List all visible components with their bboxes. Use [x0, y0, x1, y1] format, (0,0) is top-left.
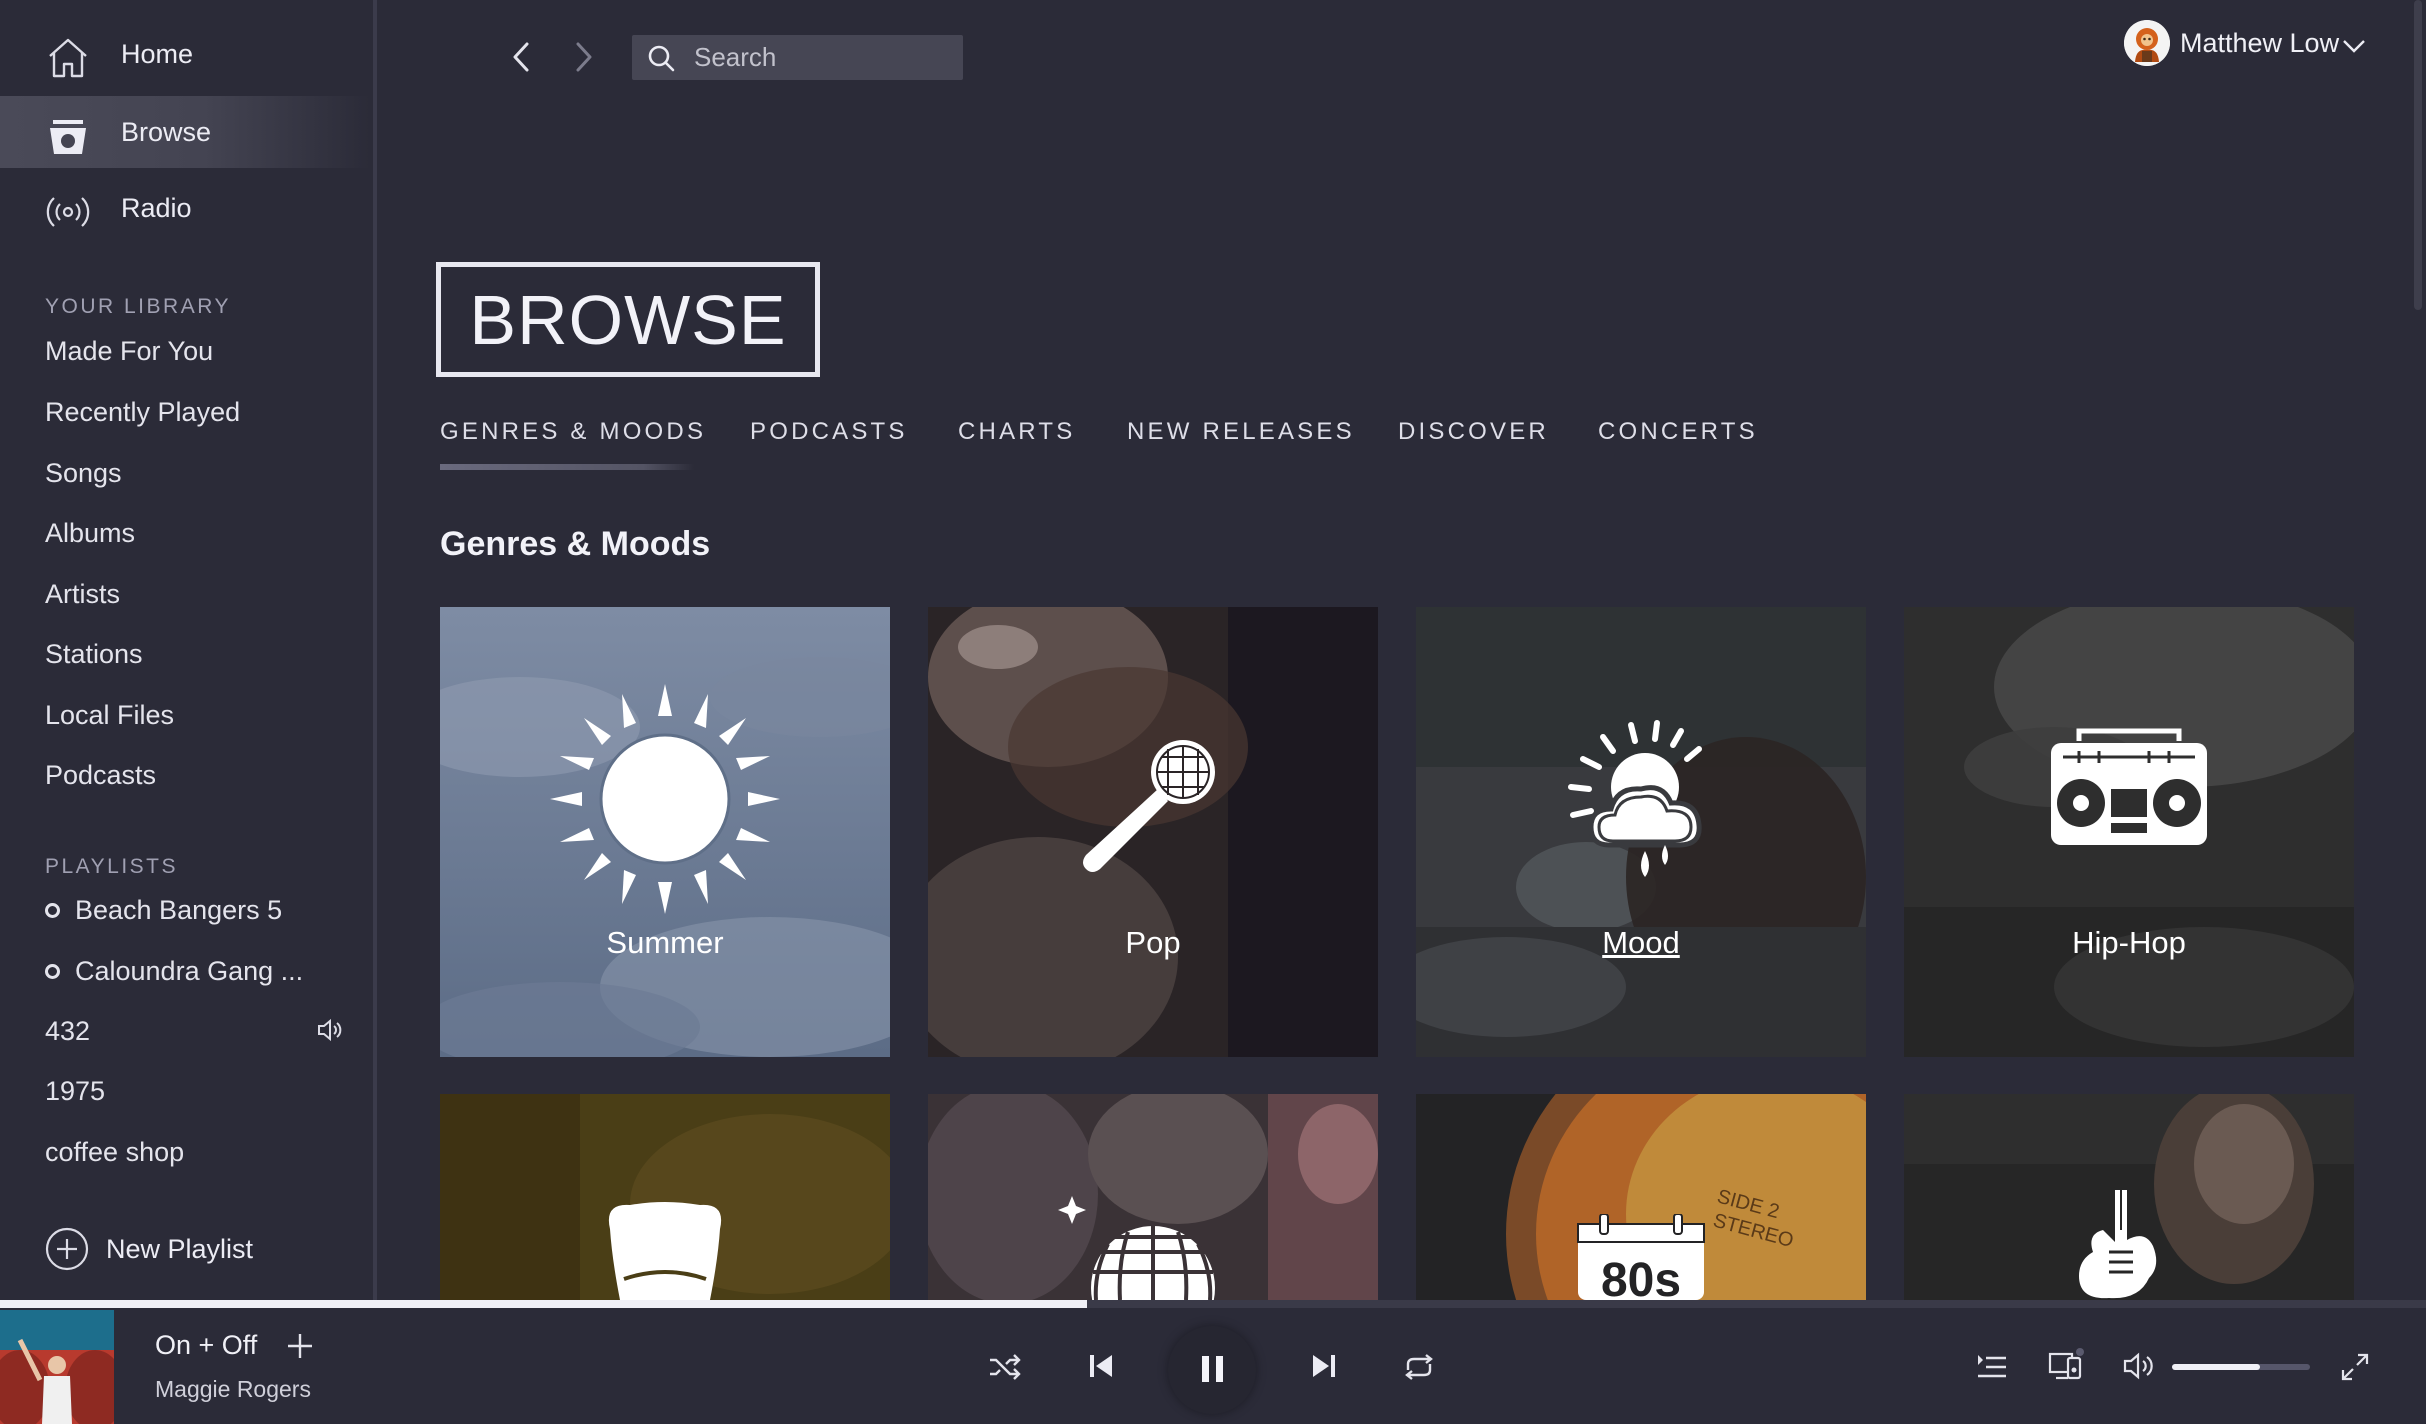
volume-slider[interactable] — [2172, 1364, 2310, 1370]
disco-ball-icon — [1058, 1196, 1215, 1300]
genre-tile-hip-hop[interactable]: Hip-Hop — [1904, 607, 2354, 1057]
nav-label-radio: Radio — [121, 192, 192, 223]
library-section-title: YOUR LIBRARY — [45, 295, 231, 318]
playlist-item[interactable]: coffee shop — [45, 1137, 184, 1168]
now-playing-speaker-icon — [318, 1018, 342, 1042]
album-cover-image — [0, 1310, 114, 1424]
forward-arrow-icon[interactable] — [566, 38, 602, 76]
section-heading: Genres & Moods — [440, 525, 711, 563]
new-playlist-button[interactable]: New Playlist — [44, 1226, 253, 1272]
repeat-icon[interactable] — [1402, 1352, 1436, 1382]
queue-icon[interactable] — [1976, 1352, 2008, 1382]
previous-track-icon[interactable] — [1088, 1352, 1114, 1380]
tile-label: Hip-Hop — [2072, 925, 2186, 960]
tab-discover[interactable]: DISCOVER — [1398, 418, 1549, 446]
tab-concerts[interactable]: CONCERTS — [1598, 418, 1758, 446]
user-menu[interactable]: Matthew Low — [2124, 20, 2369, 66]
volume-icon[interactable] — [2122, 1350, 2156, 1382]
user-name: Matthew Low — [2180, 27, 2340, 58]
playlist-item[interactable]: Beach Bangers 5 — [45, 895, 345, 926]
tab-podcasts[interactable]: PODCASTS — [750, 418, 908, 446]
weather-icon — [1568, 720, 1702, 877]
library-item-podcasts[interactable]: Podcasts — [45, 760, 156, 791]
devices-icon[interactable] — [2048, 1348, 2084, 1382]
playback-progress-bar[interactable] — [0, 1300, 2426, 1308]
page-title-text: BROWSE — [469, 280, 787, 359]
add-icon[interactable] — [284, 1330, 316, 1362]
electric-guitar-icon — [2079, 1190, 2157, 1299]
sun-icon — [550, 684, 780, 914]
playlists-section-title: PLAYLISTS — [45, 855, 178, 878]
collaborative-dot-icon — [45, 903, 60, 918]
shuffle-icon[interactable] — [988, 1352, 1022, 1382]
search-icon — [648, 45, 675, 71]
chevron-down-icon — [2343, 40, 2365, 53]
sidebar: Home Browse Radio YOUR LIBRARY Made For … — [0, 0, 378, 1300]
track-title[interactable]: On + Off — [155, 1330, 257, 1361]
home-icon — [49, 38, 87, 78]
track-artist[interactable]: Maggie Rogers — [155, 1376, 311, 1403]
search-bar[interactable] — [632, 35, 963, 80]
nav-item-home[interactable]: Home — [0, 18, 370, 90]
page-title: BROWSE — [436, 262, 820, 377]
avatar — [2124, 20, 2170, 66]
genre-tile-pop[interactable]: Pop — [928, 607, 1378, 1057]
active-tab-indicator — [440, 464, 694, 470]
library-item-albums[interactable]: Albums — [45, 518, 135, 549]
tile-label: Pop — [1125, 925, 1181, 960]
radio-icon — [46, 197, 90, 227]
browse-icon — [50, 120, 86, 154]
player-bar: On + Off Maggie Rogers — [0, 1308, 2426, 1424]
avatar-character-icon — [2124, 20, 2170, 66]
search-input[interactable] — [694, 42, 934, 73]
playlist-label: Beach Bangers 5 — [75, 895, 283, 925]
library-item-artists[interactable]: Artists — [45, 579, 120, 610]
back-arrow-icon[interactable] — [503, 38, 539, 76]
new-playlist-label: New Playlist — [106, 1233, 254, 1264]
nav-label-browse: Browse — [121, 116, 212, 147]
playback-progress-fill — [0, 1300, 1087, 1308]
tile-label: Summer — [606, 925, 724, 960]
microphone-icon — [1083, 740, 1215, 872]
sidebar-divider — [373, 0, 377, 1300]
pause-icon — [1202, 1356, 1223, 1382]
genre-tile-rock[interactable] — [1904, 1094, 2354, 1300]
nav-item-browse[interactable]: Browse — [0, 96, 370, 168]
next-track-icon[interactable] — [1311, 1352, 1337, 1380]
genre-tile-decades[interactable]: SIDE 2 STEREO 80s — [1416, 1094, 1866, 1300]
browse-tabs: GENRES & MOODS PODCASTS CHARTS NEW RELEA… — [0, 418, 2000, 478]
playlist-item[interactable]: 1975 — [45, 1076, 105, 1107]
armchair-icon — [608, 1202, 722, 1300]
volume-level — [2172, 1364, 2261, 1370]
nav-item-radio[interactable]: Radio — [0, 172, 370, 244]
genre-tile-summer[interactable]: Summer — [440, 607, 890, 1057]
nav-label-home: Home — [121, 38, 194, 69]
fullscreen-icon[interactable] — [2340, 1352, 2370, 1382]
genre-tile-mood[interactable]: Mood — [1416, 607, 1866, 1057]
playlist-item[interactable]: Caloundra Gang ... — [45, 956, 345, 987]
tab-charts[interactable]: CHARTS — [958, 418, 1075, 446]
tile-label: Mood — [1602, 925, 1680, 960]
calendar-80s-icon: 80s — [1577, 1214, 1705, 1300]
library-item-local-files[interactable]: Local Files — [45, 700, 174, 731]
boombox-icon — [2051, 728, 2207, 845]
genre-tile-party[interactable] — [928, 1094, 1378, 1300]
album-art[interactable] — [0, 1310, 114, 1424]
playlist-item[interactable]: 432 — [45, 1016, 90, 1047]
collaborative-dot-icon — [45, 964, 60, 979]
calendar-text: 80s — [1601, 1254, 1681, 1300]
library-item-made-for-you[interactable]: Made For You — [45, 336, 213, 367]
scrollbar[interactable] — [2414, 0, 2422, 310]
library-item-stations[interactable]: Stations — [45, 639, 143, 670]
tab-genres-moods[interactable]: GENRES & MOODS — [440, 418, 706, 446]
playlist-label: Caloundra Gang ... — [75, 956, 304, 986]
plus-circle-icon — [45, 1227, 89, 1271]
genre-tile-chill[interactable] — [440, 1094, 890, 1300]
tab-new-releases[interactable]: NEW RELEASES — [1127, 418, 1355, 446]
